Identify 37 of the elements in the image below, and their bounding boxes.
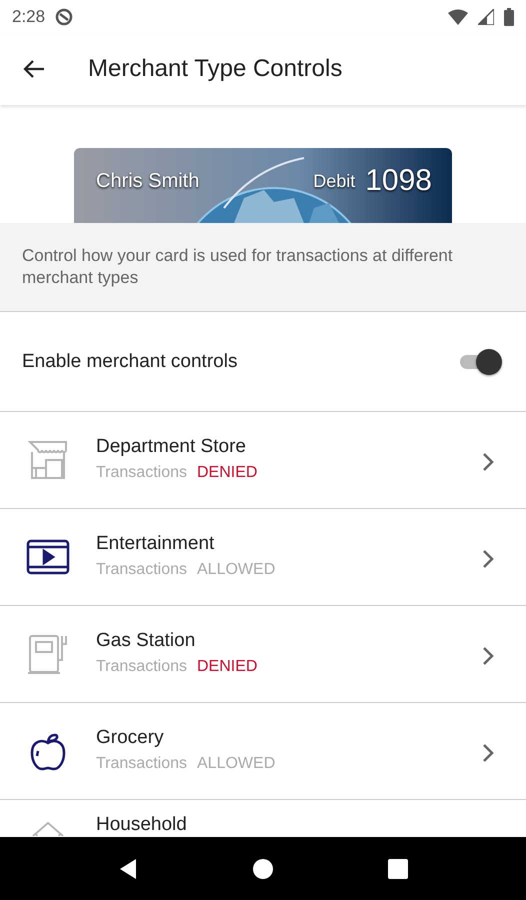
status-text: ALLOWED	[197, 755, 276, 773]
transactions-label: Transactions	[96, 658, 187, 676]
merchant-row[interactable]: Grocery Transactions ALLOWED	[0, 703, 526, 800]
merchant-name: Household	[96, 814, 188, 836]
merchant-name: Entertainment	[96, 533, 216, 555]
status-time: 2:28	[12, 6, 46, 26]
transactions-label: Transactions	[96, 755, 187, 773]
chevron-right-icon	[482, 646, 494, 666]
merchant-name: Gas Station	[96, 630, 196, 652]
recents-nav-icon[interactable]	[386, 856, 410, 880]
storefront-icon	[26, 438, 70, 482]
battery-icon	[504, 8, 514, 26]
toggle-switch[interactable]	[458, 348, 502, 376]
merchant-name: Department Store	[96, 436, 247, 458]
transactions-label: Transactions	[96, 561, 187, 579]
description-text: Control how your card is used for transactions at different merchant types	[0, 223, 526, 312]
cardholder-name: Chris Smith	[96, 170, 200, 192]
chevron-right-icon	[482, 452, 494, 472]
chevron-right-icon	[482, 743, 494, 763]
toggle-label: Enable merchant controls	[22, 350, 238, 372]
signal-icon	[478, 8, 494, 24]
merchant-row[interactable]: Department Store Transactions DENIED	[0, 412, 526, 509]
merchant-row[interactable]: Gas Station Transactions DENIED	[0, 606, 526, 703]
status-text: DENIED	[197, 464, 258, 482]
status-text: DENIED	[197, 658, 258, 676]
merchant-name: Grocery	[96, 727, 165, 749]
transactions-label: Transactions	[96, 464, 187, 482]
chevron-right-icon	[482, 549, 494, 569]
card-number: 1098	[365, 164, 432, 198]
home-nav-icon[interactable]	[250, 856, 275, 880]
page-title: Merchant Type Controls	[88, 55, 342, 83]
status-text: ALLOWED	[197, 561, 276, 579]
merchant-row[interactable]: Entertainment Transactions ALLOWED	[0, 509, 526, 606]
card-type: Debit	[313, 170, 356, 192]
wifi-icon	[448, 8, 468, 24]
fuel-pump-icon	[26, 632, 70, 676]
do-not-disturb-icon	[55, 8, 74, 26]
